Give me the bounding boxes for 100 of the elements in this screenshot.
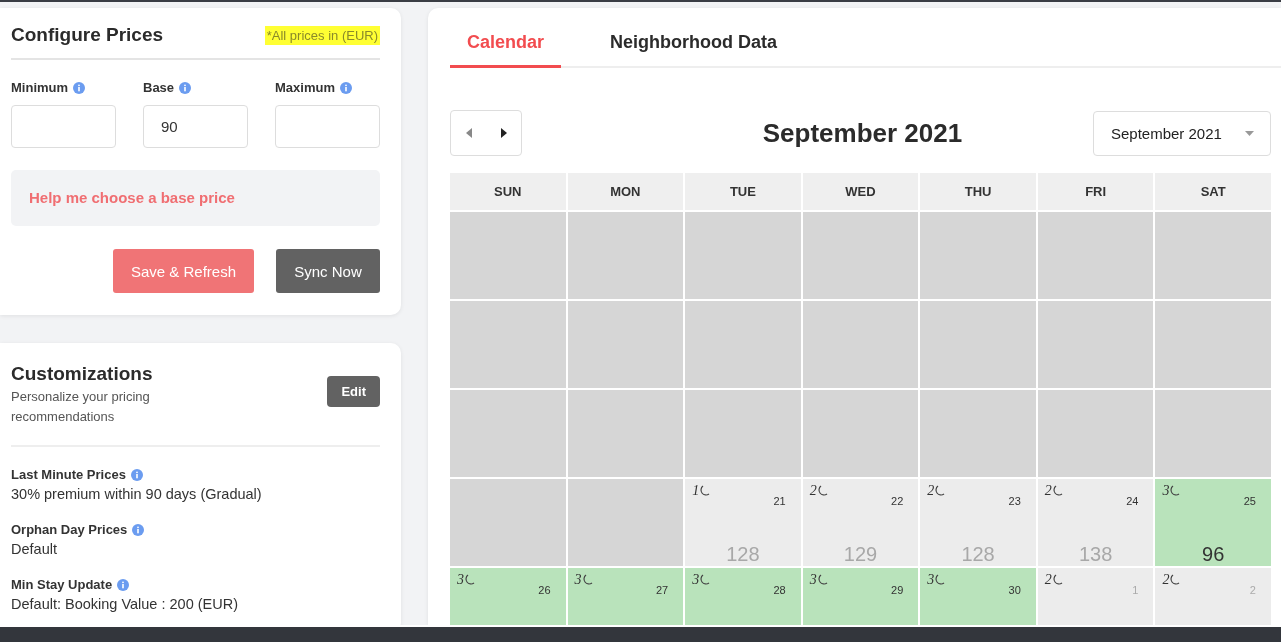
day-cell[interactable] — [1155, 390, 1271, 477]
nights-count: 2 — [1044, 572, 1052, 588]
day-cell[interactable]: 3 26 — [450, 568, 566, 625]
day-cell[interactable] — [920, 390, 1036, 477]
nights-count: 3 — [574, 572, 582, 588]
card-title: Customizations — [11, 363, 154, 385]
day-cell[interactable] — [1037, 390, 1154, 477]
field-label: Base — [143, 80, 175, 95]
setting-value: Default: Booking Value : 200 (EUR) — [11, 596, 239, 612]
day-cell[interactable] — [685, 212, 801, 299]
weekday-header: MON — [567, 173, 684, 210]
info-icon[interactable] — [132, 523, 145, 536]
day-price: 129 — [842, 543, 879, 566]
field-label: Maximum — [275, 80, 335, 95]
price-field[interactable] — [275, 105, 380, 148]
moon-icon — [463, 574, 475, 586]
tab[interactable]: Neighborhood Data — [593, 28, 795, 68]
day-cell[interactable] — [567, 390, 684, 477]
day-cell[interactable] — [802, 390, 919, 477]
previous-icon[interactable] — [465, 128, 472, 138]
day-cell[interactable] — [567, 301, 684, 388]
day-cell[interactable] — [1037, 301, 1154, 388]
nights-count: 3 — [692, 572, 700, 588]
nights-count: 3 — [457, 572, 464, 588]
day-cell[interactable] — [450, 390, 566, 477]
moon-icon — [1168, 485, 1181, 497]
day-number: 28 — [773, 584, 786, 596]
day-cell[interactable]: 2 22 129 — [802, 479, 919, 566]
weekday-header: WED — [802, 173, 919, 210]
day-number: 29 — [891, 584, 904, 596]
setting-label: Min Stay Update — [11, 577, 113, 592]
moon-icon — [580, 574, 593, 586]
nights-count: 2 — [927, 483, 935, 499]
info-icon[interactable] — [130, 468, 143, 481]
day-cell[interactable] — [920, 212, 1036, 299]
day-cell[interactable]: 2 24 138 — [1037, 479, 1154, 566]
setting-value: Default — [11, 541, 58, 557]
next-icon[interactable] — [500, 128, 507, 138]
moon-icon — [815, 485, 828, 497]
day-cell[interactable] — [920, 301, 1036, 388]
weekday-header: FRI — [1037, 173, 1154, 210]
weekday-header: THU — [920, 173, 1036, 210]
nights-count: 1 — [692, 483, 700, 499]
caret-icon — [1245, 130, 1254, 136]
day-cell[interactable]: 3 30 — [920, 568, 1036, 625]
tab[interactable]: Calendar — [450, 28, 562, 68]
day-number: 26 — [538, 584, 551, 596]
info-icon[interactable] — [117, 578, 130, 591]
day-price: 128 — [960, 543, 996, 566]
price-field[interactable]: 90 — [143, 105, 248, 148]
day-number: 23 — [1008, 495, 1021, 507]
day-cell[interactable] — [450, 212, 566, 299]
day-cell[interactable] — [1155, 212, 1271, 299]
card-subtitle: Personalize your pricing recommendations — [11, 388, 151, 426]
info-icon[interactable] — [179, 81, 192, 94]
day-cell[interactable] — [450, 301, 566, 388]
moon-icon — [1168, 574, 1181, 586]
day-cell[interactable] — [1155, 301, 1271, 388]
day-number: 25 — [1243, 495, 1256, 507]
day-cell[interactable] — [1037, 212, 1154, 299]
card-title: Configure Prices — [11, 24, 164, 46]
info-icon[interactable] — [339, 81, 352, 94]
day-cell[interactable]: 3 28 — [685, 568, 801, 625]
day-cell[interactable]: 2 23 128 — [920, 479, 1036, 566]
day-cell[interactable]: 3 29 — [802, 568, 919, 625]
weekday-header: SUN — [450, 173, 566, 210]
moon-icon — [1050, 485, 1063, 497]
nights-count: 2 — [809, 483, 817, 499]
weekday-header: SAT — [1155, 173, 1271, 210]
day-number: 27 — [655, 584, 669, 596]
day-number: 24 — [1126, 495, 1139, 507]
nights-count: 3 — [1162, 483, 1170, 499]
info-icon[interactable] — [73, 81, 86, 94]
nights-count: 2 — [1162, 572, 1170, 588]
day-number: 21 — [773, 495, 786, 507]
moon-icon — [815, 574, 828, 586]
month-title: September 2021 — [762, 117, 963, 149]
day-cell[interactable]: 2 2 — [1155, 568, 1271, 625]
month-select[interactable]: September 2021 — [1093, 110, 1271, 156]
day-cell[interactable] — [567, 479, 684, 566]
sync-button[interactable]: Sync Now — [276, 249, 380, 293]
price-field[interactable] — [11, 105, 116, 148]
day-cell[interactable]: 1 21 128 — [685, 479, 801, 566]
nights-count: 3 — [927, 572, 935, 588]
weekday-header: TUE — [685, 173, 801, 210]
day-cell[interactable] — [802, 212, 919, 299]
day-cell[interactable]: 2 1 — [1037, 568, 1154, 625]
day-cell[interactable] — [802, 301, 919, 388]
day-cell[interactable] — [685, 390, 801, 477]
day-cell[interactable] — [450, 479, 566, 566]
moon-icon — [698, 574, 711, 586]
day-cell[interactable]: 3 25 96 — [1155, 479, 1271, 566]
day-cell[interactable] — [685, 301, 801, 388]
edit-button[interactable]: Edit — [327, 376, 380, 407]
day-cell[interactable]: 3 27 — [567, 568, 684, 625]
moon-icon — [933, 485, 946, 497]
day-number: 2 — [1249, 584, 1256, 596]
nights-count: 3 — [809, 572, 817, 588]
setting-label: Last Minute Prices — [11, 467, 126, 482]
day-cell[interactable] — [567, 212, 684, 299]
